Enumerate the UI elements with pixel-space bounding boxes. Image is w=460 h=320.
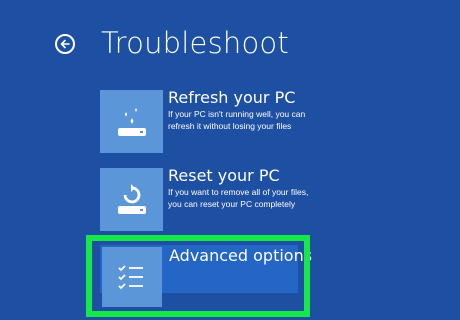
option-advanced-options[interactable]: Advanced options: [100, 245, 312, 307]
refresh-pc-icon: [117, 107, 146, 136]
reset-pc-icon: [117, 183, 146, 214]
option-description: If you want to remove all of your files,…: [168, 187, 309, 209]
option-title: Advanced options: [169, 246, 313, 265]
option-tile: [100, 168, 163, 231]
troubleshoot-screen: Troubleshoot Refresh your PC If your PC …: [0, 0, 460, 320]
option-refresh-pc[interactable]: Refresh your PC If your PC isn't running…: [100, 88, 310, 153]
option-tile: [100, 90, 163, 153]
option-title: Refresh your PC: [168, 88, 296, 107]
option-description: If your PC isn't running well, you can r…: [168, 109, 306, 131]
page-title: Troubleshoot: [101, 26, 289, 60]
back-button[interactable]: [55, 34, 75, 54]
option-tile: [102, 247, 162, 307]
option-reset-pc[interactable]: Reset your PC If you want to remove all …: [100, 166, 310, 231]
option-title: Reset your PC: [168, 166, 280, 185]
back-arrow-icon: [60, 39, 70, 49]
checklist-icon: [118, 265, 143, 290]
